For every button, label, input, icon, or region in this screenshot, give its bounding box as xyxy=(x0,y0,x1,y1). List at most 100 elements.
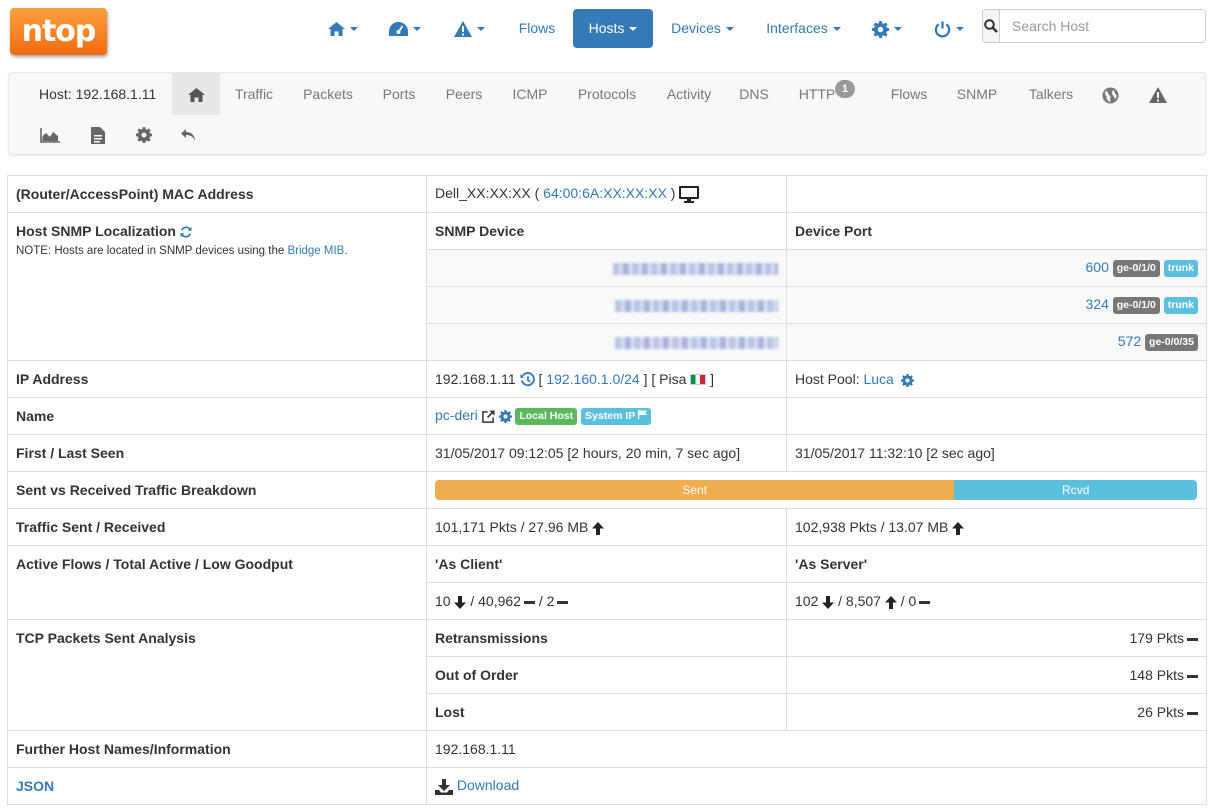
as-client-values: 10 / 40,962 / 2 xyxy=(426,582,787,620)
host-name-link[interactable]: pc-deri xyxy=(435,407,478,423)
traffic-received-cell: 102,938 Pkts / 13.07 MB xyxy=(786,508,1207,546)
tab-peers[interactable]: Peers xyxy=(437,73,491,115)
tab-alerts[interactable] xyxy=(1143,73,1173,115)
history-icon[interactable] xyxy=(520,372,535,387)
table-row: Sent vs Received Traffic Breakdown Sent … xyxy=(7,471,1207,509)
hosts-menu[interactable]: Hosts xyxy=(573,9,653,48)
table-row: JSON Download xyxy=(7,767,1207,805)
alerts-menu[interactable] xyxy=(444,9,494,48)
tab-http[interactable]: HTTP 1 xyxy=(793,73,855,115)
tab-geomap[interactable] xyxy=(1095,73,1125,115)
tab-http-label: HTTP xyxy=(798,86,836,102)
power-menu[interactable] xyxy=(924,9,974,48)
bridge-mib-link[interactable]: Bridge MIB xyxy=(287,245,344,257)
trunk-badge: trunk xyxy=(1163,296,1198,314)
gear-icon[interactable] xyxy=(900,373,914,387)
search-icon xyxy=(984,19,998,33)
interfaces-label: Interfaces xyxy=(766,20,828,36)
power-icon xyxy=(934,21,951,38)
tab-ports[interactable]: Ports xyxy=(375,73,423,115)
snmp-device-redacted xyxy=(426,249,787,287)
device-port-cell: 600 ge-0/1/0 trunk xyxy=(786,249,1207,287)
json-cell: JSON xyxy=(7,767,427,805)
host-pool-label: Host Pool: xyxy=(795,371,860,387)
alert-icon xyxy=(453,21,472,38)
out-of-order-value: 148 Pkts xyxy=(1129,667,1184,683)
tab-host-config[interactable] xyxy=(129,113,159,155)
redacted-device-name xyxy=(615,337,778,350)
ntop-logo[interactable]: ntop xyxy=(10,8,107,55)
table-row: IP Address 192.168.1.11 [ 192.160.1.0/24… xyxy=(7,360,1207,398)
json-link[interactable]: JSON xyxy=(16,778,54,794)
settings-menu[interactable] xyxy=(862,9,912,48)
tab-traffic[interactable]: Traffic xyxy=(223,73,285,115)
interface-badge: ge-0/0/35 xyxy=(1145,333,1198,351)
gear-icon[interactable] xyxy=(498,409,512,423)
tab-talkers[interactable]: Talkers xyxy=(1019,73,1083,115)
search-host-input[interactable] xyxy=(1000,10,1205,42)
network-link[interactable]: 192.160.1.0/24 xyxy=(546,371,639,387)
tab-snmp[interactable]: SNMP xyxy=(949,73,1005,115)
host-subnav: Host: 192.168.1.11 Traffic Packets Ports… xyxy=(8,72,1206,155)
snmp-note-text: NOTE: Hosts are located in SNMP devices … xyxy=(16,245,288,257)
device-port-link[interactable]: 572 xyxy=(1118,333,1141,349)
name-cell: pc-deri Local Host System IP xyxy=(426,397,787,435)
tab-historical[interactable] xyxy=(35,113,65,155)
device-port-link[interactable]: 324 xyxy=(1086,296,1109,312)
snmp-note-suffix: . xyxy=(344,245,348,257)
tab-protocols[interactable]: Protocols xyxy=(569,73,645,115)
home-menu[interactable] xyxy=(318,9,368,48)
refresh-icon[interactable] xyxy=(180,226,192,238)
snmp-device-redacted xyxy=(426,286,787,324)
client-low-goodput: 2 xyxy=(546,593,555,609)
tab-flows[interactable]: Flows xyxy=(881,73,937,115)
tab-back[interactable] xyxy=(173,113,203,155)
download-icon[interactable] xyxy=(435,778,453,795)
client-total-flows: 40,962 xyxy=(478,593,521,609)
tab-packets[interactable]: Packets xyxy=(294,73,362,115)
flows-menu[interactable]: Flows xyxy=(508,9,566,48)
devices-menu[interactable]: Devices xyxy=(660,9,745,48)
traffic-breakdown-cell: Sent Rcvd xyxy=(426,471,1207,509)
host-pool-link[interactable]: Luca xyxy=(863,371,893,387)
italy-flag-icon xyxy=(690,374,707,386)
mac-address-value: Dell_XX:XX:XX ( 64:00:6A:XX:XX:XX ) xyxy=(426,175,787,213)
local-host-badge: Local Host xyxy=(515,407,578,425)
host-details-table: (Router/AccessPoint) MAC Address Dell_XX… xyxy=(7,175,1207,805)
device-port-link[interactable]: 600 xyxy=(1086,259,1109,275)
host-pool-cell: Host Pool: Luca xyxy=(786,360,1207,398)
document-icon xyxy=(91,126,105,144)
stable-icon xyxy=(1187,637,1198,641)
client-active-flows: 10 xyxy=(435,593,451,609)
snmp-localization-cell: Host SNMP Localization NOTE: Hosts are l… xyxy=(7,212,427,361)
http-alert-badge: 1 xyxy=(835,80,855,98)
interfaces-menu[interactable]: Interfaces xyxy=(756,9,851,48)
tab-dns[interactable]: DNS xyxy=(733,73,775,115)
search-button[interactable] xyxy=(983,10,1000,42)
devices-label: Devices xyxy=(671,20,721,36)
traffic-breakdown-bar: Sent Rcvd xyxy=(435,480,1197,500)
traffic-breakdown-label: Sent vs Received Traffic Breakdown xyxy=(7,471,427,509)
dashboard-menu[interactable] xyxy=(380,9,430,48)
tab-report[interactable] xyxy=(83,113,113,155)
download-link[interactable]: Download xyxy=(457,777,519,793)
last-seen-value: 31/05/2017 11:32:10 [2 sec ago] xyxy=(786,434,1207,472)
mac-address-link[interactable]: 64:00:6A:XX:XX:XX xyxy=(543,185,667,201)
tab-activity[interactable]: Activity xyxy=(657,73,721,115)
server-total-flows: 8,507 xyxy=(845,593,881,609)
gear-icon xyxy=(872,20,890,38)
table-row: Traffic Sent / Received 101,171 Pkts / 2… xyxy=(7,508,1207,546)
sent-bar: Sent xyxy=(435,480,955,500)
tab-home[interactable] xyxy=(172,73,220,115)
as-server-values: 102 / 8,507 / 0 xyxy=(786,582,1207,620)
alert-icon xyxy=(1149,87,1167,104)
snmp-device-header: SNMP Device xyxy=(426,212,787,250)
snmp-localization-label: Host SNMP Localization xyxy=(16,223,176,239)
snmp-note: NOTE: Hosts are located in SNMP devices … xyxy=(16,245,418,257)
tab-icmp[interactable]: ICMP xyxy=(503,73,557,115)
arrow-up-icon xyxy=(952,521,965,535)
external-link-icon[interactable] xyxy=(481,410,495,423)
retransmissions-value: 179 Pkts xyxy=(1129,630,1184,646)
interface-badge: ge-0/1/0 xyxy=(1112,259,1160,277)
home-icon xyxy=(187,88,205,103)
